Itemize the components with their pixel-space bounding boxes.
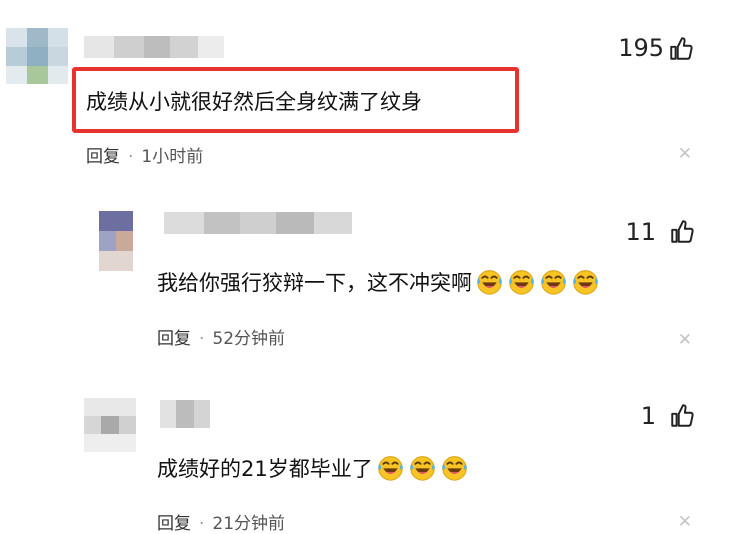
close-icon[interactable]: ✕ <box>678 330 692 350</box>
close-icon[interactable]: ✕ <box>678 512 692 532</box>
laughing-crying-emoji-icon <box>573 270 598 295</box>
comment-item: 11 我给你强行狡辩一下，这不冲突啊 回复 · 52分钟前 ✕ <box>0 185 750 370</box>
avatar[interactable] <box>6 28 68 84</box>
comment-meta: 回复 · 1小时前 <box>86 142 203 167</box>
username-blurred[interactable] <box>164 212 352 234</box>
avatar[interactable] <box>84 398 136 452</box>
meta-separator: · <box>199 514 205 534</box>
timestamp: 1小时前 <box>141 147 204 167</box>
meta-separator: · <box>128 147 134 167</box>
comment-meta: 回复 · 21分钟前 <box>157 509 285 534</box>
laughing-crying-emoji-icon <box>378 456 403 481</box>
comment-text: 成绩好的21岁都毕业了 <box>157 453 469 483</box>
reply-button[interactable]: 回复 <box>157 514 191 534</box>
laughing-crying-emoji-icon <box>541 270 566 295</box>
like-count: 1 <box>640 402 656 430</box>
comment-item: 1 成绩好的21岁都毕业了 回复 · 21分钟前 ✕ <box>0 370 750 534</box>
thumbs-up-icon[interactable] <box>669 219 695 245</box>
meta-separator: · <box>199 329 205 349</box>
laughing-crying-emoji-icon <box>410 456 435 481</box>
comment-item: 195 成绩从小就很好然后全身纹满了纹身 回复 · 1小时前 ✕ <box>0 0 750 185</box>
comment-text: 成绩从小就很好然后全身纹满了纹身 <box>86 90 422 114</box>
reply-button[interactable]: 回复 <box>157 329 191 349</box>
laughing-crying-emoji-icon <box>509 270 534 295</box>
comment-text: 我给你强行狡辩一下，这不冲突啊 <box>157 267 600 297</box>
emoji-group <box>373 456 469 481</box>
like-count: 195 <box>618 34 664 62</box>
username-blurred[interactable] <box>84 36 224 58</box>
emoji-group <box>472 270 600 295</box>
reply-button[interactable]: 回复 <box>86 147 120 167</box>
thumbs-up-icon[interactable] <box>668 36 694 62</box>
username-blurred[interactable] <box>160 400 210 428</box>
timestamp: 21分钟前 <box>212 514 286 534</box>
avatar[interactable] <box>99 211 133 271</box>
comment-meta: 回复 · 52分钟前 <box>157 324 285 349</box>
close-icon[interactable]: ✕ <box>678 144 692 164</box>
timestamp: 52分钟前 <box>212 329 286 349</box>
comment-text-content: 成绩好的21岁都毕业了 <box>157 457 373 481</box>
laughing-crying-emoji-icon <box>442 456 467 481</box>
comment-text-content: 我给你强行狡辩一下，这不冲突啊 <box>157 271 472 295</box>
thumbs-up-icon[interactable] <box>669 403 695 429</box>
laughing-crying-emoji-icon <box>477 270 502 295</box>
like-count: 11 <box>625 218 656 246</box>
